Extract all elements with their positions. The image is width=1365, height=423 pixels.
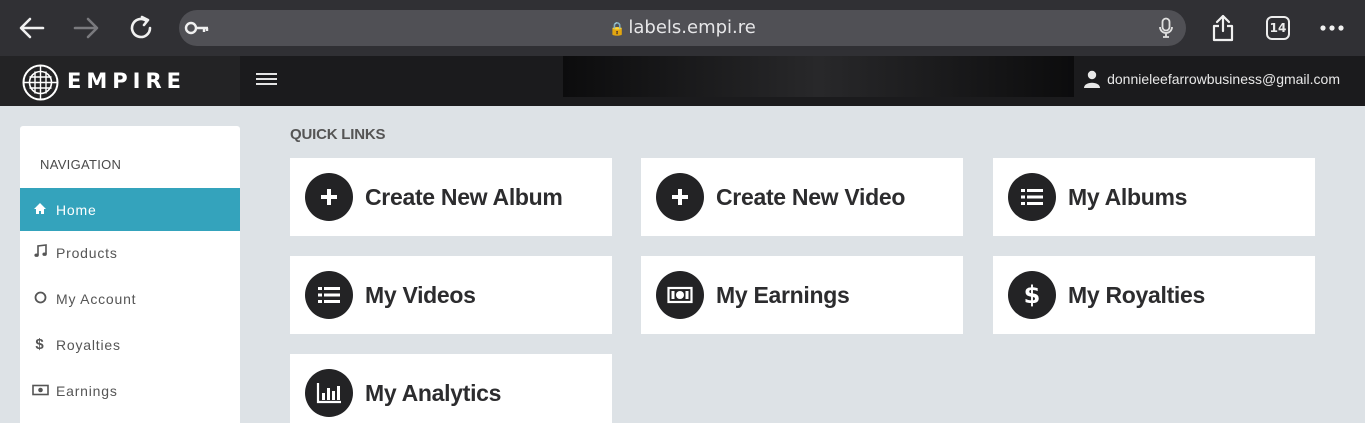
quick-link-label: My Earnings <box>716 282 850 308</box>
dollar-icon: $ <box>1008 271 1056 319</box>
app-header: EMPIRE donnieleefarrowbusiness@gmail.com <box>0 56 1365 106</box>
microphone-icon[interactable] <box>1158 17 1174 44</box>
quick-link-my-albums[interactable]: My Albums <box>993 158 1315 236</box>
money-icon <box>656 271 704 319</box>
url-display[interactable]: 🔒 labels.empi.re <box>179 10 1186 46</box>
quick-link-label: Create New Album <box>365 184 563 210</box>
sidebar-item-products[interactable]: Products <box>20 231 240 274</box>
sidebar-item-earnings[interactable]: Earnings <box>20 369 240 412</box>
home-icon <box>31 202 49 218</box>
sidebar-item-home[interactable]: Home <box>20 188 240 231</box>
sidebar-item-label: Royalties <box>56 336 121 353</box>
quick-link-label: My Albums <box>1068 184 1188 210</box>
circle-icon <box>31 291 49 307</box>
quick-link-create-new-video[interactable]: Create New Video <box>641 158 963 236</box>
user-email: donnieleefarrowbusiness@gmail.com <box>1107 71 1340 87</box>
quick-link-my-royalties[interactable]: $ My Royalties <box>993 256 1315 334</box>
logo-text: EMPIRE <box>67 69 186 93</box>
sidebar-item-my-account[interactable]: My Account <box>20 277 240 320</box>
menu-toggle-icon[interactable] <box>256 70 280 92</box>
music-note-icon <box>31 244 49 261</box>
sidebar-item-label: Earnings <box>56 382 118 399</box>
list-icon <box>1008 173 1056 221</box>
lock-icon: 🔒 <box>609 22 626 37</box>
quick-link-my-analytics[interactable]: My Analytics <box>290 354 612 423</box>
sidebar-item-label: Home <box>56 201 97 218</box>
quick-link-my-earnings[interactable]: My Earnings <box>641 256 963 334</box>
reload-icon[interactable] <box>122 8 162 48</box>
sidebar-item-label: Products <box>56 244 118 261</box>
quick-link-label: My Videos <box>365 282 476 308</box>
plus-icon <box>656 173 704 221</box>
quick-links-title: QUICK LINKS <box>290 126 386 143</box>
quick-link-label: Create New Video <box>716 184 906 210</box>
header-banner <box>563 56 1074 97</box>
empire-logo-icon <box>22 64 59 101</box>
quick-link-my-videos[interactable]: My Videos <box>290 256 612 334</box>
logo[interactable]: EMPIRE <box>0 56 240 106</box>
bar-chart-icon <box>305 369 353 417</box>
plus-icon <box>305 173 353 221</box>
quick-link-create-new-album[interactable]: Create New Album <box>290 158 612 236</box>
user-icon <box>1084 70 1101 88</box>
url-text: labels.empi.re <box>628 17 756 38</box>
address-bar[interactable]: 🔒 labels.empi.re <box>179 10 1186 46</box>
browser-toolbar: 🔒 labels.empi.re 14 <box>0 0 1365 56</box>
nav-title: NAVIGATION <box>40 157 122 172</box>
dollar-icon: $ <box>35 336 45 353</box>
more-icon[interactable] <box>1312 8 1352 48</box>
list-icon <box>305 271 353 319</box>
money-icon <box>31 383 49 399</box>
sidebar-item-label: My Account <box>56 290 137 307</box>
forward-arrow-icon[interactable] <box>66 8 106 48</box>
back-arrow-icon[interactable] <box>12 8 52 48</box>
tabs-icon[interactable]: 14 <box>1266 16 1290 40</box>
quick-link-label: My Analytics <box>365 380 502 406</box>
user-menu[interactable]: donnieleefarrowbusiness@gmail.com <box>1083 70 1340 88</box>
quick-link-label: My Royalties <box>1068 282 1206 308</box>
sidebar: NAVIGATION Home Products My Account $ Ro… <box>20 126 240 423</box>
sidebar-item-royalties[interactable]: $ Royalties <box>20 323 240 366</box>
share-icon[interactable] <box>1203 8 1243 48</box>
